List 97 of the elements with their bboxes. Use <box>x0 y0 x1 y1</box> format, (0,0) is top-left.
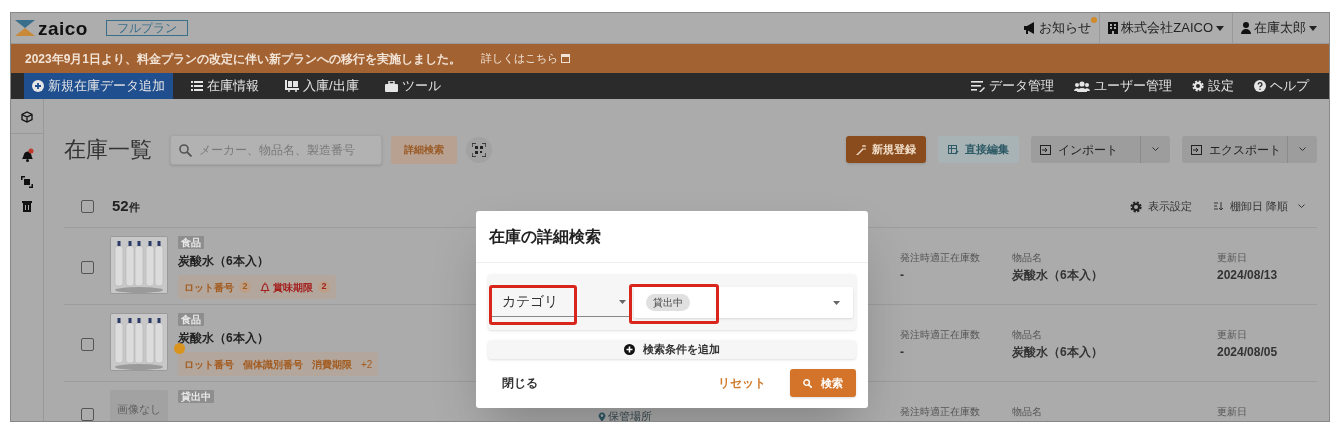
logo-mark-icon <box>15 20 35 36</box>
display-settings-button[interactable]: 表示設定 <box>1129 198 1192 215</box>
table-edit-icon <box>948 144 959 155</box>
tag-label: +2 <box>361 357 373 372</box>
category-tag: 食品 <box>178 313 204 326</box>
wand-icon <box>856 144 866 155</box>
duplicate-icon <box>21 176 33 188</box>
notice-button[interactable]: お知らせ <box>1015 13 1100 43</box>
tag-label: ロット番号 <box>184 357 234 372</box>
plus-circle-icon <box>624 344 635 355</box>
tag-label: ロット番号 2 <box>184 279 251 295</box>
item-count: 52件 <box>112 196 140 217</box>
plus-circle-icon <box>32 80 44 92</box>
item-name: 炭酸水（6本入） <box>178 330 269 347</box>
item-name: 炭酸水（6本入） <box>178 253 269 270</box>
row-checkbox[interactable] <box>81 261 94 274</box>
list-icon <box>191 81 203 91</box>
column-label: 発注時適正在庫数 <box>900 328 981 342</box>
plan-badge: フルプラン <box>105 20 188 36</box>
person-icon <box>1241 22 1251 34</box>
building-icon <box>1108 22 1119 34</box>
tag-label: 個体識別番号 <box>243 357 303 372</box>
bell-outline-icon <box>260 281 270 293</box>
import-button[interactable]: インポート <box>1031 136 1140 163</box>
location-label: 保管場所 <box>598 411 652 421</box>
trash-icon <box>22 200 32 212</box>
nav-item[interactable]: ユーザー管理 <box>1064 73 1182 99</box>
count-badge: 2 <box>318 281 330 293</box>
tag-label: 賞味期限 2 <box>260 279 330 295</box>
category-select[interactable]: カテゴリ <box>491 287 629 317</box>
caret-icon <box>1309 25 1317 31</box>
search-icon <box>803 378 812 388</box>
cart-icon <box>285 80 299 92</box>
cube-icon <box>21 111 33 123</box>
category-tag: 貸出中 <box>178 390 214 403</box>
help-icon <box>1254 80 1266 92</box>
settings-icon <box>1192 80 1204 92</box>
nav-item[interactable]: データ管理 <box>961 73 1064 99</box>
stock-value: - <box>900 267 905 284</box>
qr-scan-button[interactable] <box>466 136 492 163</box>
column-label: 発注時適正在庫数 <box>900 405 981 419</box>
nav-item[interactable]: 入庫/出庫 <box>277 73 367 99</box>
caret-icon <box>619 300 626 304</box>
updated-date: 2024/08/13 <box>1217 267 1279 284</box>
stock-value: - <box>900 344 905 361</box>
column-label: 物品名 <box>1012 251 1043 265</box>
megaphone-icon <box>1023 22 1037 34</box>
direct-edit-button[interactable]: 直接編集 <box>938 136 1019 163</box>
company-menu[interactable]: 株式会社ZAICO <box>1099 13 1232 43</box>
users-icon <box>1074 80 1090 92</box>
list-edit-icon <box>971 80 985 92</box>
row-checkbox[interactable] <box>81 408 94 421</box>
banner-message: 2023年9月1日より、料金プランの改定に伴い新プランへの移行を実施しました。 <box>25 50 462 68</box>
column-label: 発注時適正在庫数 <box>900 251 981 265</box>
value-chip: 貸出中 <box>646 293 690 311</box>
search-icon <box>179 143 192 157</box>
item-name: 炭酸水（6本入） <box>1012 344 1104 361</box>
column-label: 更新日 <box>1217 328 1248 342</box>
bell-icon <box>20 148 34 162</box>
qr-code-icon <box>472 142 486 157</box>
details-link[interactable]: 詳しくはこちら <box>481 50 571 67</box>
chevron-down-icon <box>1299 147 1306 152</box>
toolbox-icon <box>384 80 398 92</box>
sort-menu[interactable]: 棚卸日 降順 <box>1213 198 1305 215</box>
dialog-title: 在庫の詳細検索 <box>489 226 601 247</box>
export-icon <box>1191 144 1202 155</box>
caret-icon <box>833 300 840 305</box>
category-tag: 食品 <box>178 236 204 249</box>
new-entry-button[interactable]: 新規登録 <box>846 136 926 163</box>
nav-item[interactable]: 在庫情報 <box>183 73 267 99</box>
row-checkbox[interactable] <box>81 338 94 351</box>
window-icon <box>561 54 571 63</box>
user-menu[interactable]: 在庫太郎 <box>1232 13 1325 43</box>
item-name: 炭酸水（6本入） <box>1012 267 1104 284</box>
chevron-down-icon <box>1298 204 1305 209</box>
column-label: 更新日 <box>1217 251 1248 265</box>
caret-icon <box>1216 25 1224 31</box>
column-label: 物品名 <box>1012 328 1043 342</box>
page-title: 在庫一覧 <box>64 136 152 164</box>
nav-item[interactable]: ツール <box>376 73 449 99</box>
export-button[interactable]: エクスポート <box>1182 136 1287 163</box>
nav-item[interactable]: 設定 <box>1182 73 1244 99</box>
import-icon <box>1040 144 1051 155</box>
column-label: 更新日 <box>1217 405 1248 419</box>
settings-icon <box>1129 200 1142 213</box>
count-badge: 2 <box>239 281 251 293</box>
chevron-down-icon <box>1152 147 1159 152</box>
select-all-checkbox[interactable] <box>81 200 94 213</box>
updated-date: 2024/08/05 <box>1217 344 1279 361</box>
nav-item[interactable]: 新規在庫データ追加 <box>24 73 173 99</box>
sort-icon <box>1213 202 1224 211</box>
column-label: 物品名 <box>1012 405 1043 419</box>
value-select[interactable]: 貸出中 <box>634 286 853 318</box>
nav-item[interactable]: ヘルプ <box>1244 73 1319 99</box>
logo-text: zaico <box>38 18 88 38</box>
add-condition-button[interactable]: 検索条件を追加 <box>488 340 856 359</box>
tag-label: 消費期限 <box>312 357 352 372</box>
